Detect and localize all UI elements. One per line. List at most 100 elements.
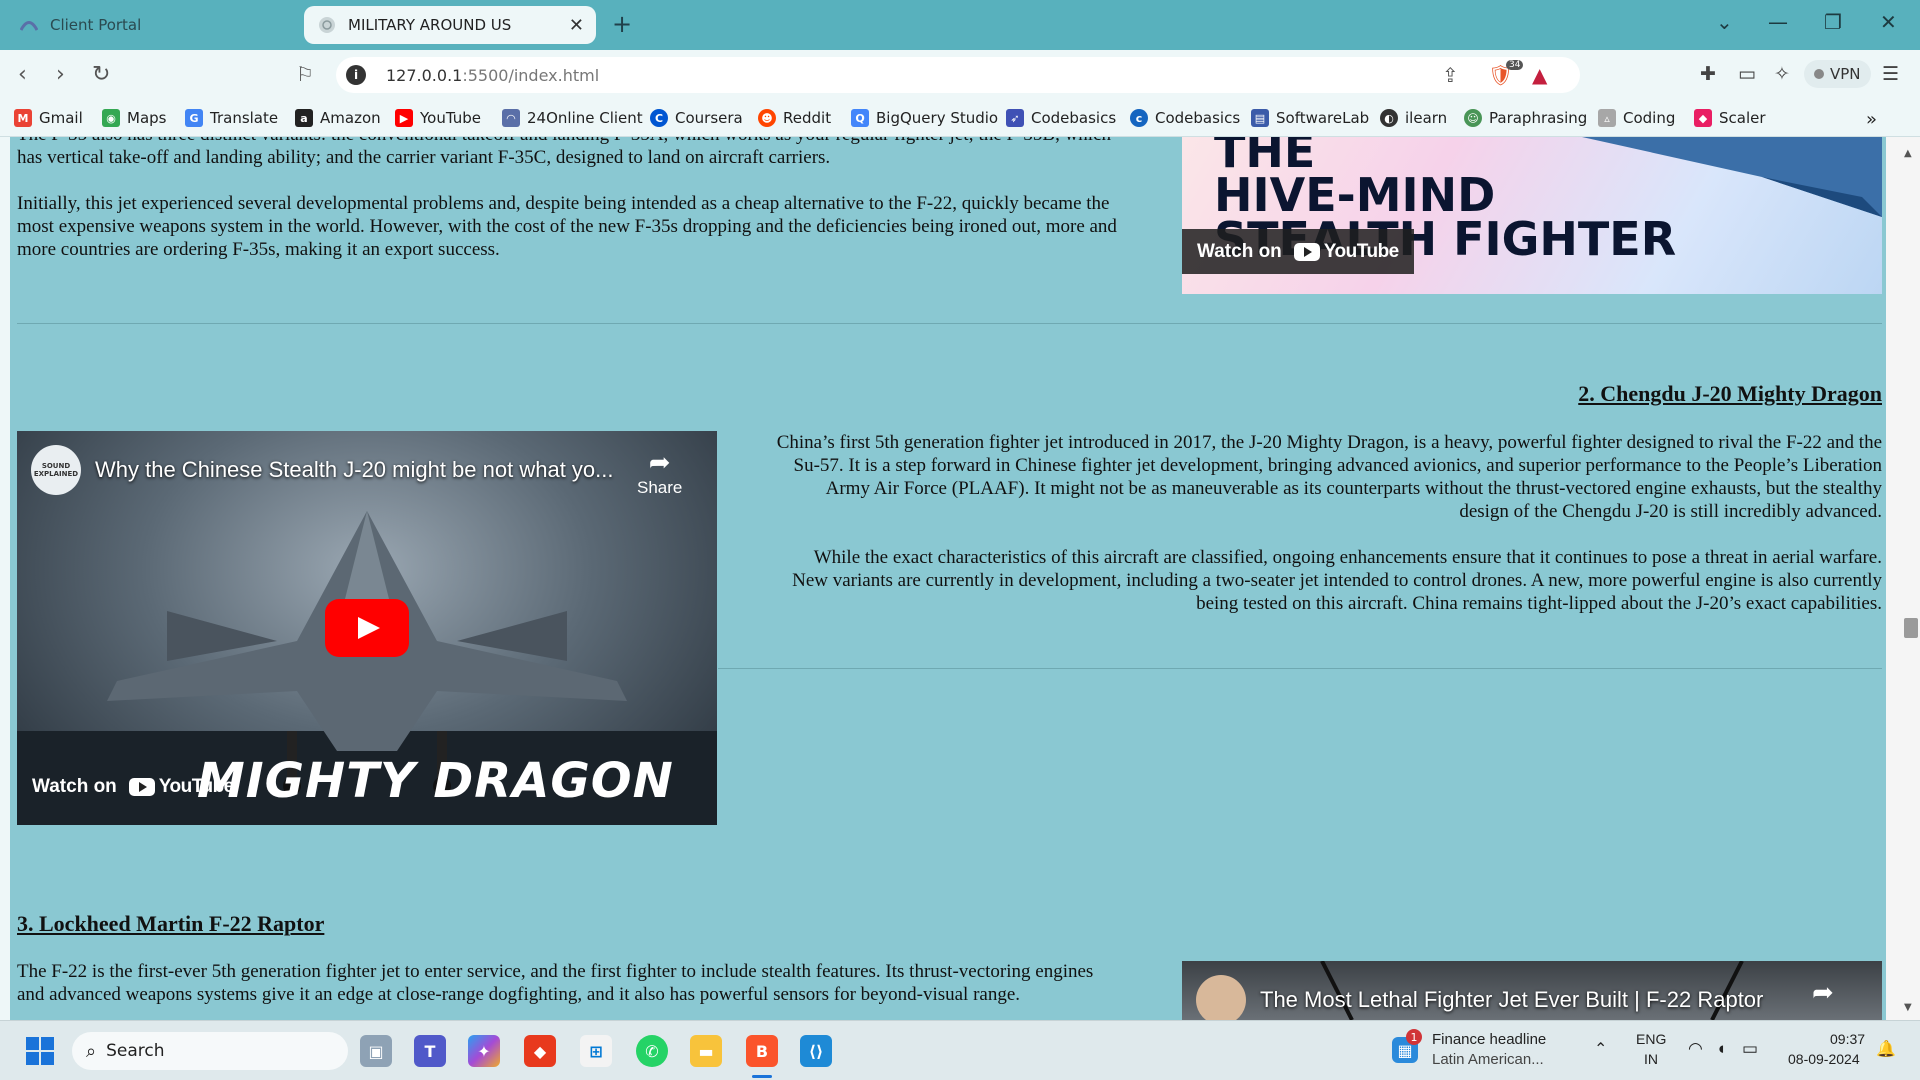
tab-search-chevron-icon[interactable]: ⌄ <box>1716 10 1733 34</box>
j20-paragraph-line: Su-57. It is a step forward in Chinese f… <box>793 455 1883 476</box>
f22-paragraph-line: The F-22 is the first-ever 5th generatio… <box>17 961 1094 982</box>
section-divider <box>17 323 1882 324</box>
bookmark-reddit[interactable]: ☻ Reddit <box>758 109 831 127</box>
codebasics-icon: c <box>1130 109 1148 127</box>
share-icon[interactable]: ⇪ <box>1442 63 1459 87</box>
bookmark-youtube[interactable]: ▶ YouTube <box>395 109 481 127</box>
navigation-bar: ‹ › ↻ ⚐ i 127.0.0.1:5500/index.html ⇪ 🛡 … <box>0 50 1920 100</box>
bookmark-ilearn[interactable]: ◐ ilearn <box>1380 109 1447 127</box>
bookmark-codebasics-2[interactable]: c Codebasics <box>1130 109 1240 127</box>
news-badge: 1 <box>1406 1029 1422 1045</box>
menu-icon[interactable]: ☰ <box>1882 63 1899 85</box>
paraphrasing-icon: ☺ <box>1464 109 1482 127</box>
language-region[interactable]: IN <box>1644 1051 1658 1067</box>
f22-video-embed[interactable]: The Most Lethal Fighter Jet Ever Built |… <box>1182 961 1882 1020</box>
youtube-logo-icon: YouTube <box>128 776 234 798</box>
watch-on-youtube-button[interactable]: Watch on YouTube <box>17 765 249 809</box>
bookmark-coding[interactable]: ▵ Coding <box>1598 109 1675 127</box>
watch-on-youtube-button[interactable]: Watch on YouTube <box>1182 229 1414 274</box>
clock-date[interactable]: 08-09-2024 <box>1788 1051 1860 1067</box>
close-window-button[interactable]: ✕ <box>1880 10 1897 34</box>
f35-paragraph-line: The F-35 also has three distinct variant… <box>17 137 1182 146</box>
j20-video-embed[interactable]: SOUND EXPLAINED Why the Chinese Stealth … <box>17 431 717 825</box>
active-app-indicator <box>752 1075 772 1078</box>
bookmark-icon[interactable]: ⚐ <box>296 62 314 86</box>
bookmark-translate[interactable]: G Translate <box>185 109 278 127</box>
video-title[interactable]: Why the Chinese Stealth J-20 might be no… <box>95 457 614 483</box>
channel-avatar[interactable] <box>1196 975 1246 1020</box>
more-bookmarks-icon[interactable]: » <box>1866 109 1877 130</box>
copilot-icon[interactable]: ✦ <box>468 1035 500 1067</box>
file-explorer-icon[interactable]: ▬ <box>690 1035 722 1067</box>
wifi-icon[interactable]: ◠ <box>1688 1039 1703 1059</box>
gmail-icon: M <box>14 109 32 127</box>
restore-button[interactable]: ❐ <box>1824 10 1842 34</box>
back-button[interactable]: ‹ <box>18 62 27 87</box>
site-info-icon[interactable]: i <box>346 65 366 85</box>
bookmark-bigquery[interactable]: Q BigQuery Studio <box>851 109 998 127</box>
volume-icon[interactable]: ◖ <box>1716 1039 1726 1059</box>
f35-video-embed[interactable]: THE HIVE-MIND STEALTH FIGHTER Watch on Y… <box>1182 137 1882 294</box>
brave-browser-icon[interactable]: B <box>746 1035 778 1067</box>
bookmark-scaler[interactable]: ◆ Scaler <box>1694 109 1766 127</box>
vscode-icon[interactable]: ⟨⟩ <box>800 1035 832 1067</box>
bookmark-coursera[interactable]: C Coursera <box>650 109 743 127</box>
scroll-down-arrow-icon[interactable]: ▼ <box>1904 1002 1912 1013</box>
softwarelab-icon: ▤ <box>1251 109 1269 127</box>
git-icon[interactable]: ◆ <box>524 1035 556 1067</box>
close-tab-icon[interactable]: ✕ <box>569 15 584 36</box>
start-button[interactable] <box>24 1035 56 1067</box>
video-title[interactable]: The Most Lethal Fighter Jet Ever Built |… <box>1260 987 1763 1013</box>
task-view-icon[interactable]: ▣ <box>360 1035 392 1067</box>
leo-ai-icon[interactable]: ✧ <box>1774 63 1790 85</box>
share-arrow-icon[interactable]: ➦ <box>1812 977 1834 1008</box>
bookmark-gmail[interactable]: M Gmail <box>14 109 83 127</box>
extensions-icon[interactable]: ✚ <box>1700 63 1716 85</box>
channel-avatar[interactable]: SOUND EXPLAINED <box>31 445 81 495</box>
j20-paragraph-line: Army Air Force (PLAAF). It might not be … <box>825 478 1882 499</box>
j20-paragraph-line: While the exact characteristics of this … <box>813 547 1882 568</box>
language-code[interactable]: ENG <box>1636 1031 1666 1047</box>
page-scrollbar[interactable] <box>1886 137 1920 1020</box>
address-bar[interactable]: i 127.0.0.1:5500/index.html ⇪ 🛡 34 ▲ <box>336 57 1580 93</box>
bookmark-paraphrasing[interactable]: ☺ Paraphrasing <box>1464 109 1587 127</box>
bookmarks-bar: M Gmail ◉ Maps G Translate a Amazon ▶ YouTube… <box>0 100 1920 137</box>
vpn-button[interactable]: VPN <box>1804 60 1871 88</box>
forward-button[interactable]: › <box>56 62 65 87</box>
bookmark-codebasics-1[interactable]: ➶ Codebasics <box>1006 109 1116 127</box>
watch-on-label: Watch on <box>1197 240 1282 262</box>
whatsapp-icon[interactable]: ✆ <box>636 1035 668 1067</box>
search-label: Search <box>106 1041 165 1061</box>
new-tab-button[interactable]: + <box>612 10 632 38</box>
wallet-icon[interactable]: ▭ <box>1738 63 1756 85</box>
reload-button[interactable]: ↻ <box>92 62 110 87</box>
taskbar-search[interactable]: ⌕ Search <box>72 1032 348 1070</box>
tab-client-portal[interactable]: Client Portal <box>6 6 296 44</box>
notification-bell-icon[interactable]: 🔔 <box>1876 1039 1896 1059</box>
bookmark-amazon[interactable]: a Amazon <box>295 109 381 127</box>
bookmark-maps[interactable]: ◉ Maps <box>102 109 166 127</box>
minimize-button[interactable]: — <box>1768 10 1788 34</box>
microsoft-store-icon[interactable]: ⊞ <box>580 1035 612 1067</box>
tab-military-around-us[interactable]: MILITARY AROUND US ✕ <box>304 6 596 44</box>
tab-label: MILITARY AROUND US <box>348 16 512 34</box>
share-button[interactable]: ➦ Share <box>637 447 682 498</box>
play-button[interactable] <box>325 599 409 657</box>
rocket-icon: ➶ <box>1006 109 1024 127</box>
scrollbar-thumb[interactable] <box>1904 618 1918 638</box>
search-icon: ⌕ <box>86 1040 97 1062</box>
j20-paragraph-line: being tested on this aircraft. China rem… <box>1196 593 1882 614</box>
news-subtitle[interactable]: Latin American... <box>1432 1051 1544 1068</box>
tray-overflow-chevron-icon[interactable]: ⌃ <box>1594 1039 1607 1059</box>
bookmark-24online[interactable]: ◠ 24Online Client <box>502 109 643 127</box>
battery-icon[interactable]: ▭ <box>1742 1039 1758 1059</box>
news-title[interactable]: Finance headline <box>1432 1031 1546 1048</box>
youtube-icon: ▶ <box>395 109 413 127</box>
scroll-up-arrow-icon[interactable]: ▲ <box>1904 148 1912 159</box>
scaler-icon: ◆ <box>1694 109 1712 127</box>
clock-time[interactable]: 09:37 <box>1830 1031 1865 1047</box>
bookmark-softwarelab[interactable]: ▤ SoftwareLab <box>1251 109 1369 127</box>
f35-paragraph-line: Initially, this jet experienced several … <box>17 193 1110 214</box>
teams-icon[interactable]: T <box>414 1035 446 1067</box>
brave-rewards-icon[interactable]: ▲ <box>1532 63 1547 87</box>
